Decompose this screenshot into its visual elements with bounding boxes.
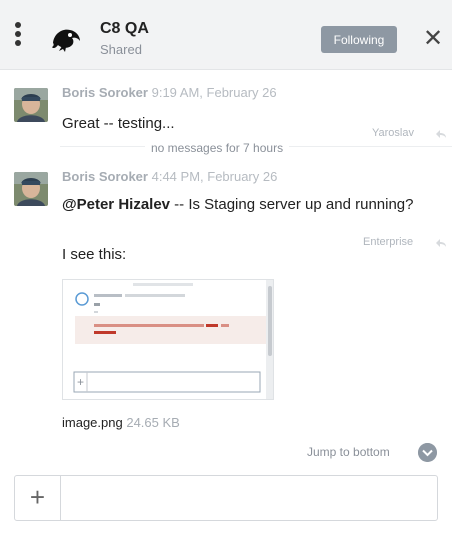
- side-tag: Yaroslav: [372, 127, 414, 139]
- message-body: -- Is Staging server up and running?: [170, 196, 414, 213]
- message-text: @Peter Hizalev -- Is Staging server up a…: [62, 195, 422, 215]
- kebab-menu-icon[interactable]: [12, 22, 24, 50]
- reply-icon[interactable]: [436, 239, 446, 247]
- attachment-file[interactable]: image.png 24.65 KB: [62, 415, 180, 430]
- attachment-preview-image: +: [63, 280, 273, 399]
- author-name[interactable]: Boris Soroker: [62, 169, 148, 184]
- file-name[interactable]: image.png: [62, 415, 123, 430]
- message-text: Great -- testing...: [62, 115, 175, 132]
- svg-text:+: +: [77, 375, 84, 389]
- following-button[interactable]: Following: [321, 26, 397, 53]
- chevron-down-icon[interactable]: [418, 443, 437, 462]
- channel-title: C8 QA: [100, 20, 149, 37]
- user-mention[interactable]: @Peter Hizalev: [62, 196, 170, 213]
- message-author[interactable]: Boris Soroker 4:44 PM, February 26: [62, 169, 277, 184]
- message-time: 9:19 AM, February 26: [151, 85, 277, 100]
- message-feed[interactable]: Boris Soroker 9:19 AM, February 26 Great…: [0, 71, 452, 466]
- plus-icon[interactable]: +: [15, 476, 61, 520]
- jump-to-bottom-link[interactable]: Jump to bottom: [307, 445, 390, 459]
- image-attachment-thumbnail[interactable]: +: [62, 279, 274, 400]
- message-time: 4:44 PM, February 26: [151, 169, 278, 184]
- avatar[interactable]: [14, 88, 48, 122]
- message-composer: +: [14, 475, 438, 521]
- author-name[interactable]: Boris Soroker: [62, 85, 148, 100]
- message-author[interactable]: Boris Soroker 9:19 AM, February 26: [62, 85, 277, 100]
- reply-icon[interactable]: [436, 130, 446, 138]
- avatar[interactable]: [14, 172, 48, 206]
- channel-logo-icon: [52, 29, 80, 52]
- side-tag: Enterprise: [363, 236, 414, 248]
- message-text-2: I see this:: [62, 246, 127, 263]
- file-size: 24.65 KB: [126, 415, 180, 430]
- close-icon[interactable]: ✕: [422, 27, 444, 51]
- time-gap-label: no messages for 7 hours: [145, 141, 290, 155]
- message-input[interactable]: [62, 476, 437, 520]
- channel-header: C8 QA Shared Following ✕: [0, 0, 452, 70]
- channel-subtitle: Shared: [100, 42, 142, 57]
